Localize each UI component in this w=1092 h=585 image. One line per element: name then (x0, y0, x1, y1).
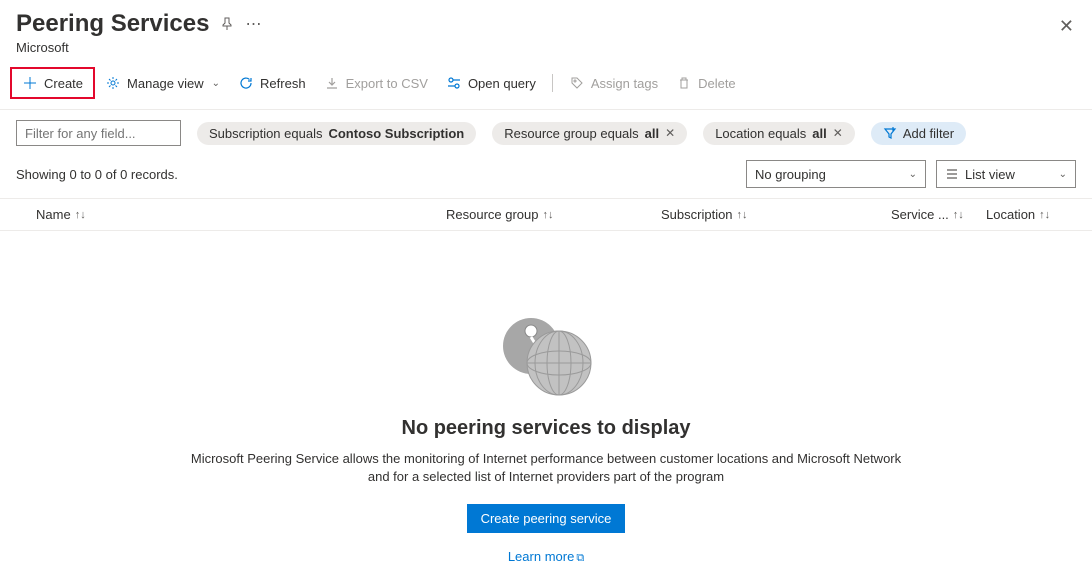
column-service-label: Service ... (891, 207, 949, 222)
column-rg-label: Resource group (446, 207, 539, 222)
sort-icon: ↑↓ (737, 209, 748, 221)
column-header-subscription[interactable]: Subscription ↑↓ (661, 207, 891, 222)
create-label: Create (44, 76, 83, 91)
subscription-filter-value: Contoso Subscription (328, 126, 464, 141)
plus-icon (22, 75, 38, 91)
open-query-button[interactable]: Open query (438, 71, 544, 95)
page-subtitle: Microsoft (16, 40, 1076, 55)
add-filter-button[interactable]: Add filter (871, 122, 966, 145)
learn-more-link[interactable]: Learn more⧉ (20, 549, 1072, 565)
more-icon[interactable]: ⋯ (245, 16, 261, 32)
manage-view-button[interactable]: Manage view ⌄ (97, 71, 228, 95)
controls-row: Showing 0 to 0 of 0 records. No grouping… (0, 156, 1092, 198)
records-count-text: Showing 0 to 0 of 0 records. (16, 167, 178, 182)
column-header-name[interactable]: Name ↑↓ (36, 207, 446, 222)
column-header-location[interactable]: Location ↑↓ (986, 207, 1071, 222)
export-csv-button[interactable]: Export to CSV (316, 71, 436, 95)
column-name-label: Name (36, 207, 71, 222)
add-filter-label: Add filter (903, 126, 954, 141)
location-filter-remove-icon[interactable]: ✕ (833, 126, 843, 140)
query-icon (446, 75, 462, 91)
list-icon (945, 167, 959, 181)
sort-icon: ↑↓ (543, 209, 554, 221)
manage-view-label: Manage view (127, 76, 204, 91)
empty-globe-icon (491, 311, 601, 401)
close-button[interactable]: ✕ (1059, 16, 1074, 37)
refresh-label: Refresh (260, 76, 306, 91)
location-filter-prefix: Location equals (715, 126, 806, 141)
add-filter-icon (883, 126, 897, 140)
assign-tags-label: Assign tags (591, 76, 658, 91)
trash-icon (676, 75, 692, 91)
chevron-down-icon: ⌄ (909, 169, 917, 180)
page-header: Peering Services ⋯ Microsoft ✕ (0, 0, 1092, 61)
resource-group-filter-pill[interactable]: Resource group equals all ✕ (492, 122, 687, 145)
sort-icon: ↑↓ (1039, 209, 1050, 221)
tag-icon (569, 75, 585, 91)
command-toolbar: Create Manage view ⌄ Refresh Export to C… (0, 61, 1092, 110)
create-button[interactable]: Create (14, 71, 91, 95)
empty-description: Microsoft Peering Service allows the mon… (181, 450, 911, 486)
sort-icon: ↑↓ (953, 209, 964, 221)
filter-input[interactable] (16, 120, 181, 146)
delete-button[interactable]: Delete (668, 71, 744, 95)
toolbar-separator (552, 74, 553, 92)
rg-filter-value: all (645, 126, 659, 141)
filters-row: Subscription equals Contoso Subscription… (0, 110, 1092, 156)
column-header-resource-group[interactable]: Resource group ↑↓ (446, 207, 661, 222)
grouping-select[interactable]: No grouping ⌄ (746, 160, 926, 188)
location-filter-value: all (812, 126, 826, 141)
external-link-icon: ⧉ (576, 552, 584, 564)
open-query-label: Open query (468, 76, 536, 91)
view-select-value: List view (965, 167, 1015, 182)
grouping-select-value: No grouping (755, 167, 826, 182)
location-filter-pill[interactable]: Location equals all ✕ (703, 122, 855, 145)
empty-title: No peering services to display (20, 417, 1072, 440)
create-peering-service-button[interactable]: Create peering service (467, 504, 626, 533)
table-header: Name ↑↓ Resource group ↑↓ Subscription ↑… (0, 198, 1092, 231)
subscription-filter-prefix: Subscription equals (209, 126, 322, 141)
column-sub-label: Subscription (661, 207, 733, 222)
download-icon (324, 75, 340, 91)
sort-icon: ↑↓ (75, 209, 86, 221)
rg-filter-remove-icon[interactable]: ✕ (665, 126, 675, 140)
page-title: Peering Services (16, 10, 209, 38)
create-highlight: Create (10, 67, 95, 99)
assign-tags-button[interactable]: Assign tags (561, 71, 666, 95)
chevron-down-icon: ⌄ (1059, 169, 1067, 180)
delete-label: Delete (698, 76, 736, 91)
refresh-icon (238, 75, 254, 91)
column-header-service[interactable]: Service ... ↑↓ (891, 207, 986, 222)
refresh-button[interactable]: Refresh (230, 71, 314, 95)
gear-icon (105, 75, 121, 91)
subscription-filter-pill[interactable]: Subscription equals Contoso Subscription (197, 122, 476, 145)
view-select[interactable]: List view ⌄ (936, 160, 1076, 188)
rg-filter-prefix: Resource group equals (504, 126, 638, 141)
pin-icon[interactable] (219, 16, 235, 32)
chevron-down-icon: ⌄ (212, 78, 220, 89)
export-csv-label: Export to CSV (346, 76, 428, 91)
learn-more-label: Learn more (508, 549, 574, 564)
column-location-label: Location (986, 207, 1035, 222)
empty-state: No peering services to display Microsoft… (0, 231, 1092, 585)
